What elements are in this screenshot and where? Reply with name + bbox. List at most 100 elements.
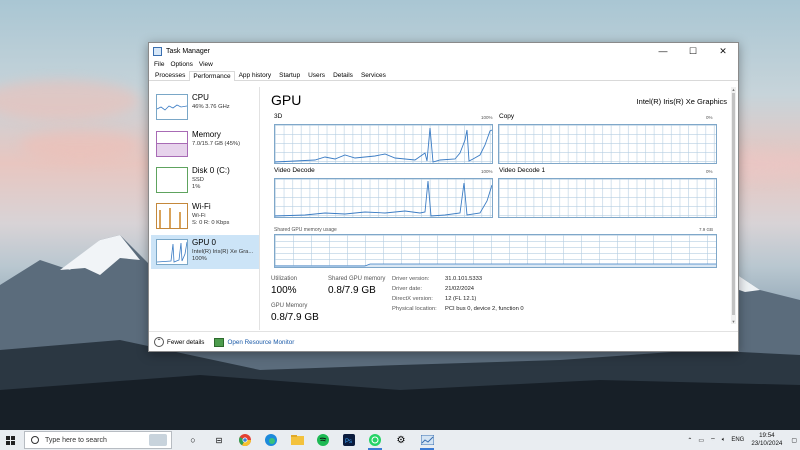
sidebar-item-gpu[interactable]: GPU 0 Intel(R) Iris(R) Xe Gra... 100% [151, 235, 259, 269]
vertical-scrollbar[interactable]: ▲ ▼ [731, 87, 736, 324]
utilization-label: Utilization [271, 276, 298, 282]
gpu-mini-graph [156, 239, 188, 265]
task-manager-icon [153, 46, 162, 56]
scroll-up-arrow[interactable]: ▲ [731, 87, 736, 92]
task-view-button[interactable]: ○ [180, 430, 206, 450]
directx-label: DirectX version: [392, 296, 433, 302]
settings-taskbar-button[interactable]: ⚙ [388, 430, 414, 450]
sidebar-item-wifi[interactable]: Wi-Fi Wi-Fi S: 0 R: 0 Kbps [151, 199, 259, 233]
gpu-memory-label: GPU Memory [271, 303, 308, 309]
search-icon [31, 436, 39, 444]
shared-memory-label: Shared GPU memory [328, 276, 386, 282]
graph-shared-memory [274, 234, 717, 268]
memory-mini-graph [156, 131, 188, 157]
task-view-icon: ○ [190, 435, 196, 445]
clock-time: 19:54 [759, 432, 775, 439]
shared-memory-value: 0.8/7.9 GB [328, 285, 376, 296]
spotify-taskbar-button[interactable] [310, 430, 336, 450]
spotify-icon [317, 434, 329, 446]
task-manager-taskbar-button[interactable] [414, 430, 440, 450]
graph-video-decode-line [275, 180, 492, 217]
chevron-up-icon[interactable]: ⌃ [687, 437, 692, 444]
scroll-down-arrow[interactable]: ▼ [731, 319, 736, 324]
widgets-icon: ⊟ [215, 435, 223, 445]
close-button[interactable]: ✕ [708, 43, 738, 59]
menu-file[interactable]: File [151, 61, 167, 68]
sidebar-item-disk[interactable]: Disk 0 (C:) SSD 1% [151, 163, 259, 197]
graph-video-decode [274, 178, 493, 218]
clock-date: 23/10/2024 [751, 440, 783, 447]
tab-users[interactable]: Users [304, 70, 329, 80]
graph-3d [274, 124, 493, 164]
menu-view[interactable]: View [196, 61, 216, 68]
sidebar-item-detail: SSD [192, 177, 204, 183]
gpu-memory-value: 0.8/7.9 GB [271, 312, 319, 323]
resource-monitor-label: Open Resource Monitor [227, 338, 295, 346]
graph-shared-memory-line [275, 263, 716, 267]
file-explorer-taskbar-button[interactable] [284, 430, 310, 450]
scroll-thumb[interactable] [732, 93, 735, 315]
whatsapp-taskbar-button[interactable] [362, 430, 388, 450]
tab-processes[interactable]: Processes [151, 70, 189, 80]
gear-icon: ⚙ [396, 434, 406, 446]
widgets-button[interactable]: ⊟ [206, 430, 232, 450]
fewer-details-button[interactable]: ⌃ Fewer details [154, 337, 204, 347]
language-indicator[interactable]: ENG [731, 437, 744, 443]
sidebar-item-detail-2: 1% [192, 184, 201, 190]
tab-app-history[interactable]: App history [235, 70, 276, 80]
task-manager-window: Task Manager — ☐ ✕ File Options View Pro… [148, 42, 739, 352]
page-title: GPU [271, 92, 302, 108]
edge-icon [265, 434, 277, 446]
taskbar: Type here to search ○ ⊟ Ps ⚙ ⌃ ▭ ⌔ 🔈︎ EN… [0, 430, 800, 450]
sidebar-item-title: CPU [192, 93, 209, 102]
graph-video-decode-max: 100% [481, 169, 493, 174]
photoshop-taskbar-button[interactable]: Ps [336, 430, 362, 450]
graph-video-decode-label: Video Decode [274, 167, 315, 174]
clock[interactable]: 19:54 23/10/2024 [751, 432, 782, 448]
tab-performance[interactable]: Performance [189, 71, 235, 81]
graph-copy-max: 0% [706, 115, 713, 120]
volume-icon[interactable]: 🔈︎ [722, 437, 726, 444]
windows-logo-icon [5, 435, 15, 445]
footer-bar: ⌃ Fewer details Open Resource Monitor [149, 331, 738, 352]
driver-version-label: Driver version: [392, 276, 430, 282]
menu-options[interactable]: Options [167, 61, 195, 68]
notification-icon[interactable]: ▢ [791, 437, 797, 444]
cpu-mini-graph [156, 94, 188, 120]
start-button[interactable] [0, 430, 20, 450]
sidebar-item-title: Disk 0 (C:) [192, 166, 230, 175]
driver-version-value: 31.0.101.5333 [445, 276, 483, 282]
sidebar-item-cpu[interactable]: CPU 46% 3.76 GHz [151, 90, 259, 124]
sidebar-item-title: GPU 0 [192, 238, 217, 247]
open-resource-monitor-link[interactable]: Open Resource Monitor [214, 337, 295, 347]
edge-taskbar-button[interactable] [258, 430, 284, 450]
graph-3d-label: 3D [274, 113, 283, 120]
wifi-mini-graph [156, 203, 188, 229]
fewer-details-label: Fewer details [167, 338, 205, 346]
driver-date-value: 21/02/2024 [445, 286, 475, 292]
gpu-detail-panel: GPU Intel(R) Iris(R) Xe Graphics 3D 100%… [271, 87, 727, 332]
maximize-button[interactable]: ☐ [678, 43, 708, 59]
sidebar-item-detail: 7.0/15.7 GB (45%) [192, 141, 241, 147]
tab-services[interactable]: Services [357, 70, 390, 80]
battery-icon[interactable]: ▭ [698, 437, 704, 444]
chrome-taskbar-button[interactable] [232, 430, 258, 450]
search-placeholder: Type here to search [45, 436, 107, 444]
sidebar-item-memory[interactable]: Memory 7.0/15.7 GB (45%) [151, 127, 259, 161]
graph-shared-memory-label: Shared GPU memory usage [274, 227, 337, 233]
tab-details[interactable]: Details [329, 70, 357, 80]
taskbar-search-box[interactable]: Type here to search [24, 431, 172, 449]
title-bar[interactable]: Task Manager — ☐ ✕ [149, 43, 738, 59]
tab-strip: Processes Performance App history Startu… [149, 69, 738, 81]
sidebar-item-title: Memory [192, 130, 221, 139]
resource-monitor-icon [214, 337, 225, 347]
chevron-up-icon: ⌃ [154, 337, 164, 347]
graph-3d-max: 100% [481, 115, 493, 120]
physical-location-value: PCI bus 0, device 2, function 0 [445, 306, 524, 312]
network-icon[interactable]: ⌔ [710, 436, 716, 444]
graph-video-decode-1-label: Video Decode 1 [499, 167, 546, 174]
minimize-button[interactable]: — [648, 43, 678, 59]
tab-startup[interactable]: Startup [275, 70, 304, 80]
task-manager-icon [420, 435, 434, 445]
photoshop-icon: Ps [343, 434, 355, 446]
